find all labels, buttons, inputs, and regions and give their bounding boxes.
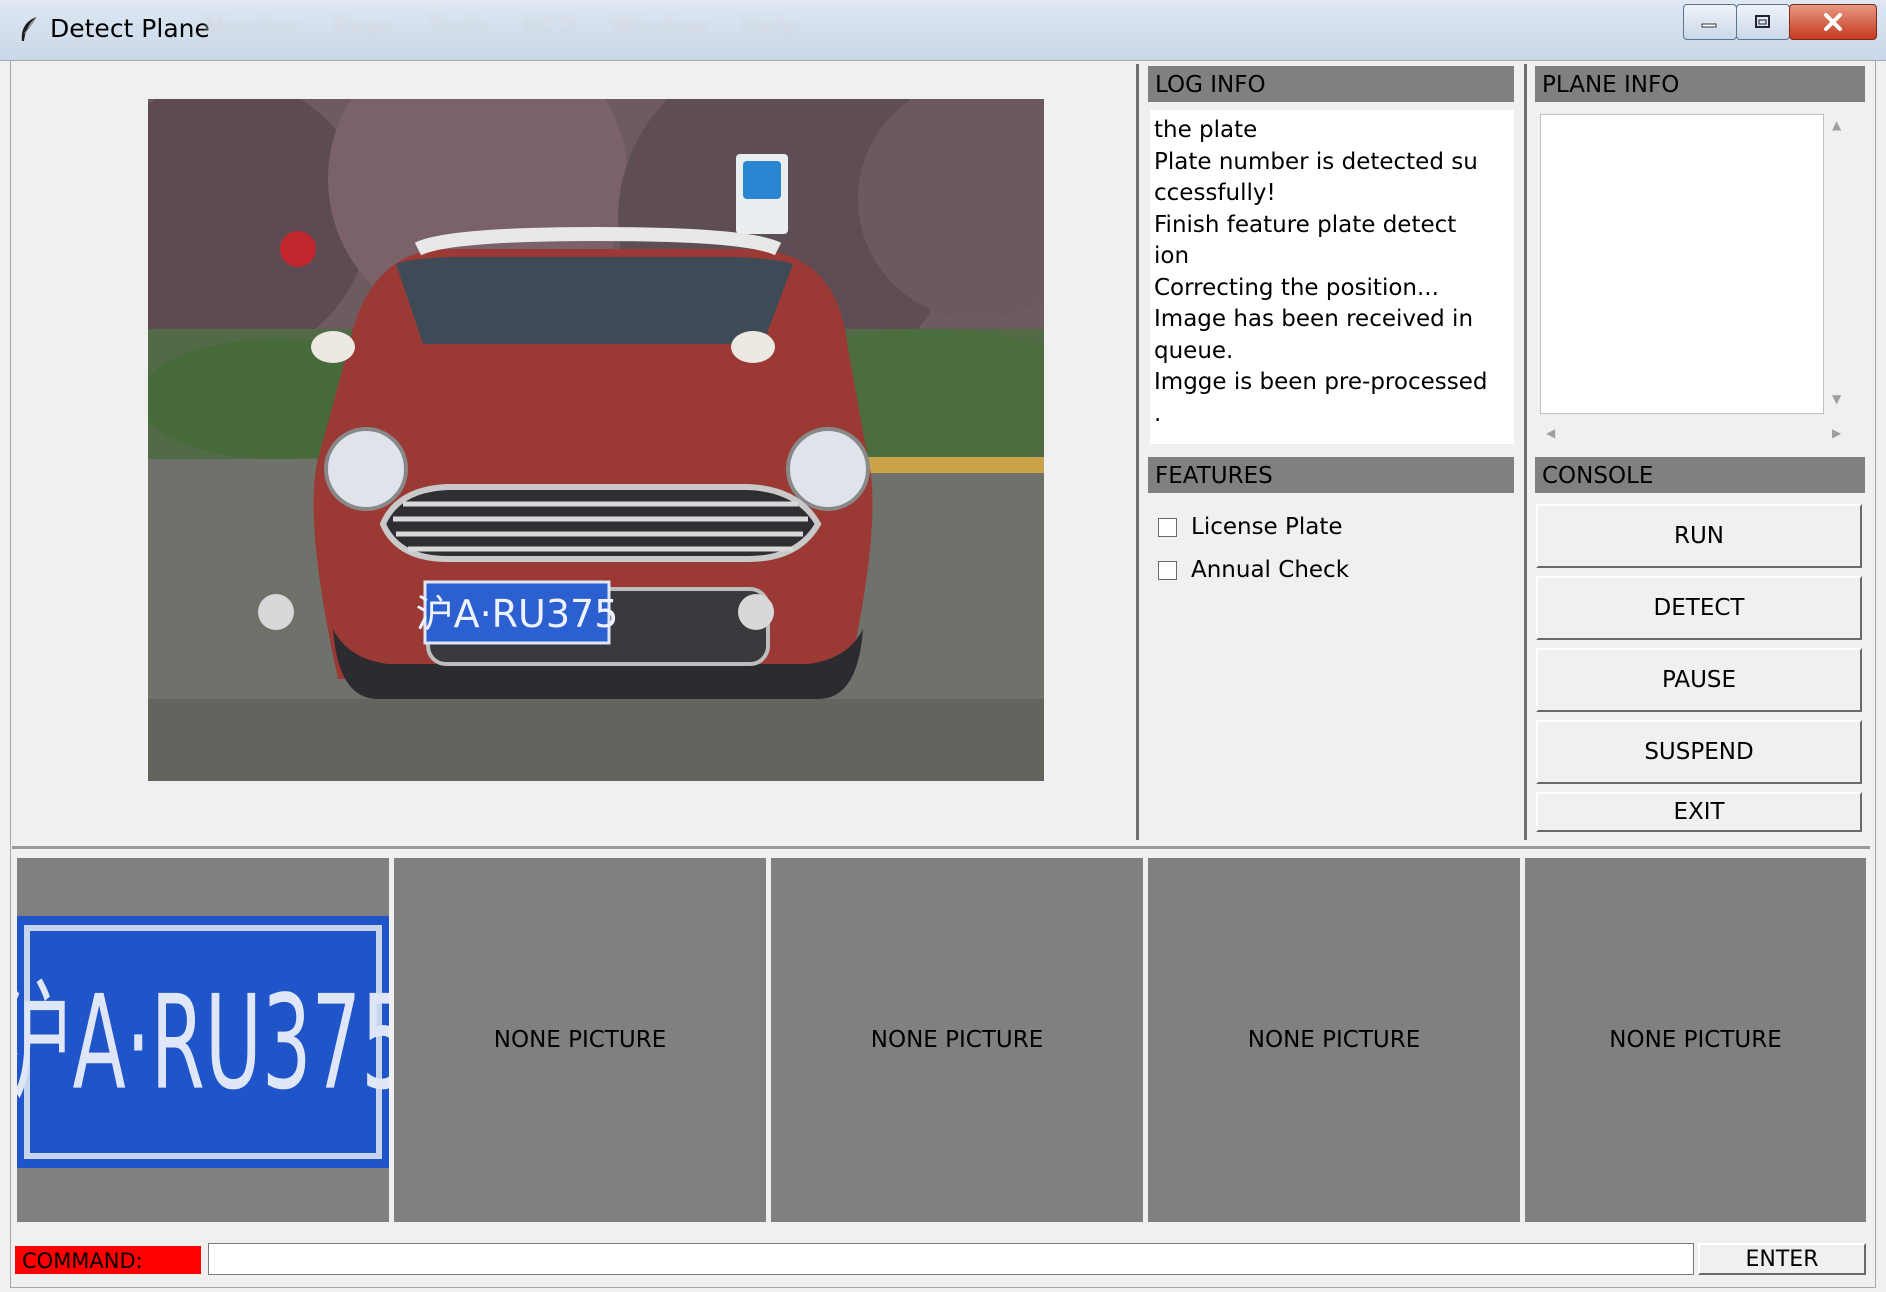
plane-info-vertical-scrollbar[interactable]: ▲ ▼ bbox=[1826, 114, 1850, 414]
log-line: ion bbox=[1154, 243, 1190, 269]
menu-item[interactable]: HCQ bbox=[523, 14, 577, 40]
command-label: COMMAND: bbox=[15, 1246, 201, 1274]
car-image: 沪A·RU375 bbox=[148, 99, 1044, 781]
minimize-button[interactable] bbox=[1683, 4, 1737, 40]
log-line: Correcting the position... bbox=[1154, 274, 1439, 301]
scroll-down-icon[interactable]: ▼ bbox=[1832, 392, 1841, 406]
run-button[interactable]: RUN bbox=[1536, 504, 1862, 568]
divider-vertical-right bbox=[1524, 64, 1527, 840]
maximize-button[interactable] bbox=[1736, 4, 1790, 40]
minimize-icon bbox=[1701, 23, 1717, 28]
exit-button[interactable]: EXIT bbox=[1536, 792, 1862, 832]
annual-check-checkbox[interactable] bbox=[1158, 560, 1177, 580]
log-line: Imgge is been pre-processed bbox=[1154, 369, 1488, 395]
license-plate-label: License Plate bbox=[1191, 514, 1343, 540]
restore-icon bbox=[1755, 15, 1770, 28]
menu-item[interactable]: Monitor bbox=[205, 14, 299, 40]
enter-button[interactable]: ENTER bbox=[1698, 1243, 1866, 1275]
suspend-button[interactable]: SUSPEND bbox=[1536, 720, 1862, 784]
log-line: Plate number is detected su bbox=[1154, 148, 1478, 175]
license-plate-checkbox[interactable] bbox=[1158, 517, 1177, 537]
log-line: queue. bbox=[1154, 337, 1234, 364]
divider-horizontal bbox=[12, 846, 1870, 849]
plane-info-header: PLANE INFO bbox=[1535, 66, 1865, 102]
log-info-header: LOG INFO bbox=[1148, 66, 1514, 102]
thumbnail-slot-2: NONE PICTURE bbox=[394, 858, 766, 1222]
scroll-right-icon[interactable]: ▶ bbox=[1832, 426, 1841, 440]
photo-plate-text: 沪A·RU375 bbox=[416, 592, 619, 636]
menu-bar: Monitor Page Tools HCQ Window Help bbox=[205, 14, 798, 40]
plate-crop-text: 沪A·RU375 bbox=[17, 968, 389, 1120]
window-title: Detect Plane bbox=[50, 14, 210, 43]
title-bar: Detect Plane Monitor Page Tools HCQ Wind… bbox=[0, 0, 1886, 61]
plane-info-text[interactable] bbox=[1540, 114, 1824, 414]
close-icon bbox=[1824, 13, 1842, 31]
plate-crop-image: 沪A·RU375 bbox=[17, 916, 389, 1168]
thumbnail-slot-5: NONE PICTURE bbox=[1525, 858, 1866, 1222]
log-line: ccessfully! bbox=[1154, 180, 1276, 206]
feather-icon bbox=[21, 16, 37, 41]
annual-check-checkbox-row[interactable]: Annual Check bbox=[1158, 557, 1349, 583]
log-line: Finish feature plate detect bbox=[1154, 211, 1457, 238]
pause-button[interactable]: PAUSE bbox=[1536, 648, 1862, 712]
menu-item[interactable]: Page bbox=[333, 14, 393, 40]
command-input[interactable] bbox=[208, 1243, 1694, 1275]
thumbnail-slot-3: NONE PICTURE bbox=[771, 858, 1143, 1222]
features-header: FEATURES bbox=[1148, 457, 1514, 493]
annual-check-label: Annual Check bbox=[1191, 557, 1350, 583]
thumbnail-slot-4: NONE PICTURE bbox=[1148, 858, 1520, 1222]
license-plate-checkbox-row[interactable]: License Plate bbox=[1158, 514, 1343, 540]
plane-info-horizontal-scrollbar[interactable]: ◀ ▶ bbox=[1540, 420, 1850, 448]
detect-button[interactable]: DETECT bbox=[1536, 576, 1862, 640]
scroll-left-icon[interactable]: ◀ bbox=[1546, 426, 1555, 440]
thumbnail-slot-1: 沪A·RU375 bbox=[17, 858, 389, 1222]
divider-vertical-left bbox=[1136, 64, 1139, 840]
close-button[interactable] bbox=[1789, 4, 1877, 40]
log-line: Image has been received in bbox=[1154, 306, 1474, 332]
log-line: the plate bbox=[1154, 117, 1258, 143]
log-info-text[interactable]: the plate Plate number is detected su cc… bbox=[1150, 110, 1514, 444]
menu-item[interactable]: Help bbox=[742, 14, 798, 40]
menu-item[interactable]: Tools bbox=[427, 14, 489, 40]
console-header: CONSOLE bbox=[1535, 457, 1865, 493]
log-line: . bbox=[1154, 400, 1162, 427]
menu-item[interactable]: Window bbox=[611, 14, 708, 40]
vehicle-photo: 沪A·RU375 bbox=[148, 99, 1044, 781]
scroll-up-icon[interactable]: ▲ bbox=[1832, 118, 1841, 132]
